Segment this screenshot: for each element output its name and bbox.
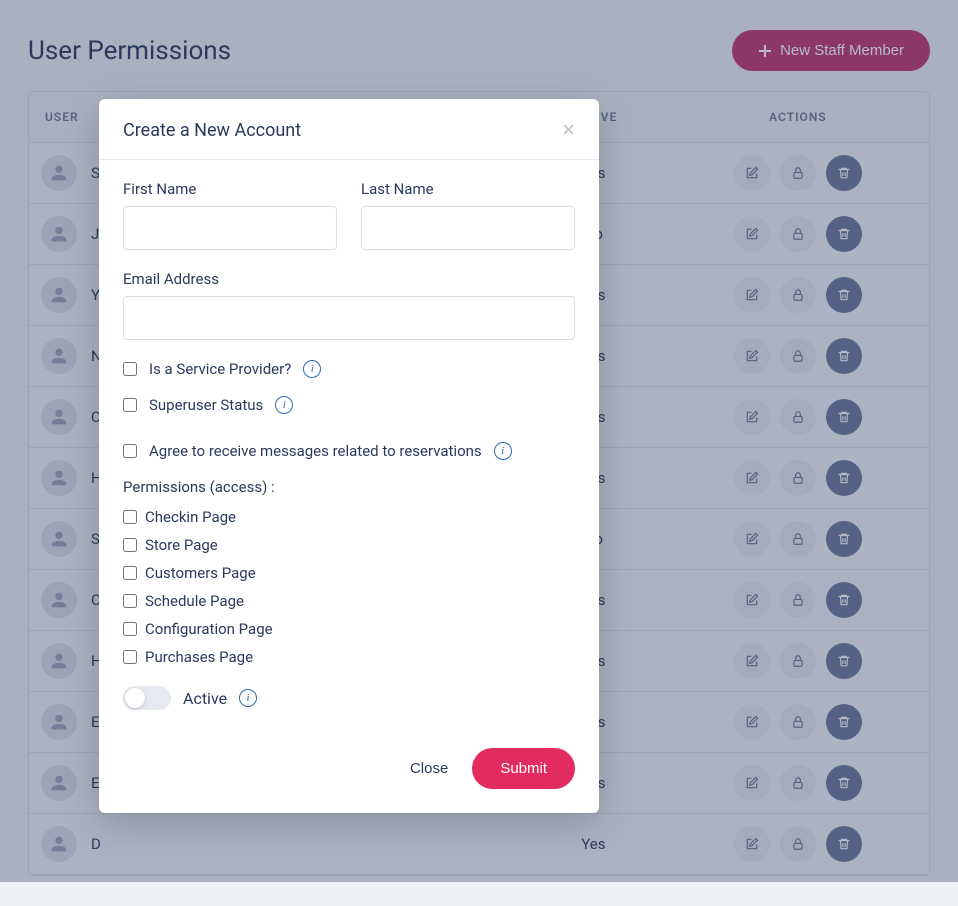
last-name-input[interactable] — [361, 206, 575, 250]
info-icon[interactable]: i — [303, 360, 321, 378]
perm-checkbox[interactable] — [123, 594, 137, 608]
info-icon[interactable]: i — [494, 442, 512, 460]
perm-label: Schedule Page — [145, 592, 244, 610]
perm-checkbox[interactable] — [123, 538, 137, 552]
submit-button[interactable]: Submit — [472, 748, 575, 789]
info-icon[interactable]: i — [275, 396, 293, 414]
perm-checkbox[interactable] — [123, 650, 137, 664]
permissions-title: Permissions (access) : — [123, 478, 575, 496]
agree-checkbox[interactable] — [123, 444, 137, 458]
perm-label: Store Page — [145, 536, 218, 554]
perm-label: Configuration Page — [145, 620, 273, 638]
close-icon[interactable]: × — [562, 119, 575, 141]
info-icon[interactable]: i — [239, 689, 257, 707]
create-account-modal: Create a New Account × First Name Last N… — [99, 99, 599, 813]
first-name-input[interactable] — [123, 206, 337, 250]
last-name-label: Last Name — [361, 180, 575, 198]
modal-title: Create a New Account — [123, 120, 301, 141]
is-sp-checkbox[interactable] — [123, 362, 137, 376]
superuser-checkbox[interactable] — [123, 398, 137, 412]
perm-checkbox[interactable] — [123, 566, 137, 580]
first-name-label: First Name — [123, 180, 337, 198]
active-toggle[interactable] — [123, 686, 171, 710]
close-button[interactable]: Close — [410, 760, 448, 777]
perm-label: Checkin Page — [145, 508, 236, 526]
email-input[interactable] — [123, 296, 575, 340]
perm-checkbox[interactable] — [123, 510, 137, 524]
superuser-label: Superuser Status — [149, 396, 263, 414]
is-sp-label: Is a Service Provider? — [149, 360, 291, 378]
active-label: Active — [183, 689, 227, 708]
perm-label: Purchases Page — [145, 648, 253, 666]
perm-label: Customers Page — [145, 564, 256, 582]
email-label: Email Address — [123, 270, 575, 288]
perm-checkbox[interactable] — [123, 622, 137, 636]
agree-label: Agree to receive messages related to res… — [149, 442, 482, 460]
